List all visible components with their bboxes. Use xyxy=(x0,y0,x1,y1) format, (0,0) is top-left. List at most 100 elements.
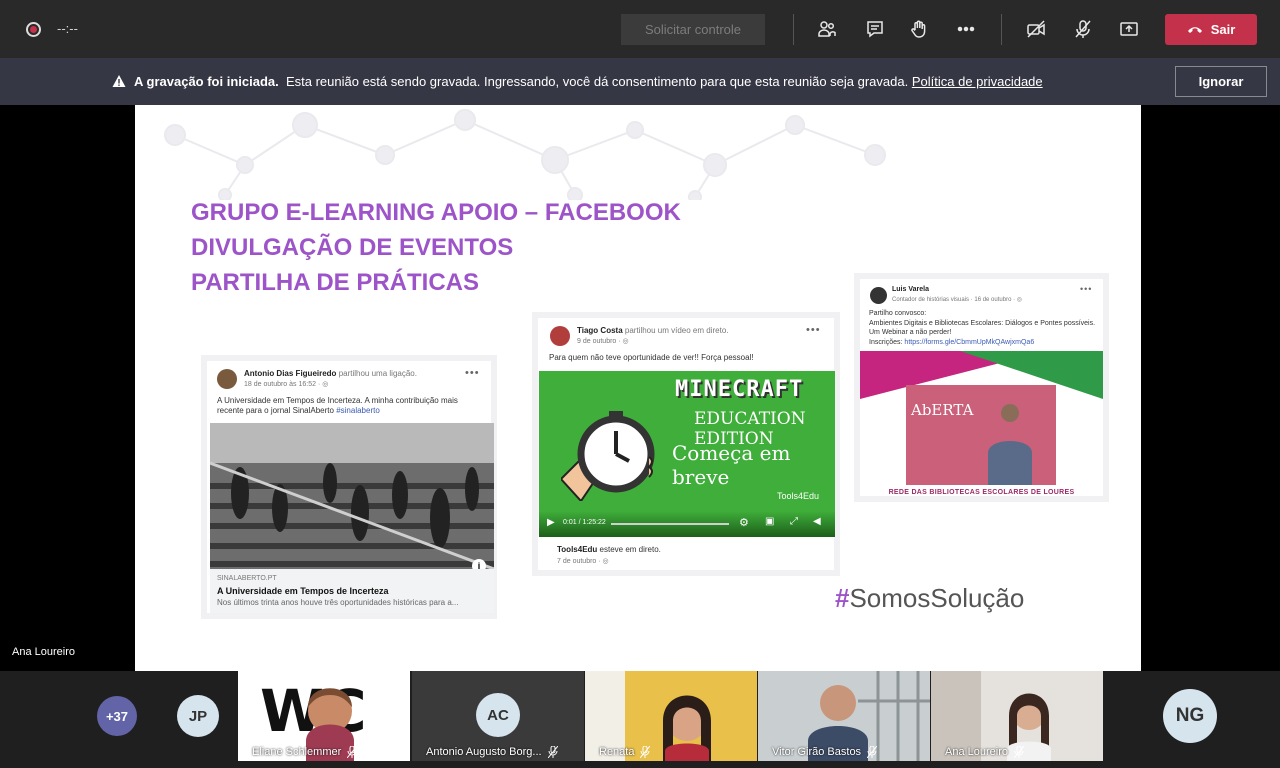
share-screen-icon[interactable] xyxy=(1117,17,1141,41)
mic-off-icon xyxy=(867,746,878,758)
chat-icon[interactable] xyxy=(863,17,887,41)
avatar[interactable]: NG xyxy=(1163,689,1217,743)
camera-off-icon[interactable] xyxy=(1024,17,1048,41)
participant-name: Renata xyxy=(599,746,635,758)
mic-off-icon[interactable] xyxy=(1071,17,1095,41)
banner-word: AbERTA xyxy=(911,401,974,419)
participant-tile[interactable]: Renata xyxy=(585,671,757,761)
more-options-icon[interactable] xyxy=(954,17,978,41)
meeting-timer: --:-- xyxy=(57,21,78,36)
post-date-text: 9 de outubro · xyxy=(577,338,623,345)
facebook-post-card: Luis Varela Contador de histórias visuai… xyxy=(860,279,1103,496)
post-date: 18 de outubro às 16:52 · ◎ xyxy=(244,380,328,388)
raise-hand-icon[interactable] xyxy=(907,17,931,41)
participant-tile[interactable]: Vitor Girão Bastos xyxy=(758,671,930,761)
participant-name: Eliane Schlemmer xyxy=(252,746,342,758)
post-author-name: Luis Varela xyxy=(892,286,929,293)
video-title: MINECRAFT xyxy=(675,377,804,402)
privacy-policy-link[interactable]: Política de privacidade xyxy=(912,74,1043,89)
post-hashtag: #sinalaberto xyxy=(336,406,380,415)
hashtag-word: SomosSolução xyxy=(849,583,1025,613)
presenter-name: Ana Loureiro xyxy=(12,646,75,658)
more-icon: ••• xyxy=(1080,284,1093,294)
participant-label: Vitor Girão Bastos xyxy=(772,746,878,758)
people-icon[interactable] xyxy=(815,17,839,41)
participant-tile[interactable]: WC Eliane Schlemmer xyxy=(238,671,410,761)
ignore-button[interactable]: Ignorar xyxy=(1175,66,1267,97)
facebook-post-card: Tiago Costa partilhou um vídeo em direto… xyxy=(538,318,835,570)
globe-icon: ◎ xyxy=(1016,297,1022,303)
video-seek-bar[interactable] xyxy=(611,523,729,525)
video-player[interactable]: MINECRAFT EDUCATION EDITION Começa em br… xyxy=(539,371,835,537)
post-author: Antonio Dias Figueiredo xyxy=(244,369,337,378)
globe-icon: ◎ xyxy=(322,381,329,388)
post-role: Contador de histórias visuais · 16 de ou… xyxy=(892,296,1022,303)
participant-name: Vitor Girão Bastos xyxy=(772,746,862,758)
toolbar-divider xyxy=(793,14,794,45)
facebook-post-card: Antonio Dias Figueiredo partilhou uma li… xyxy=(207,361,494,613)
slide-title-line: GRUPO E-LEARNING APOIO – FACEBOOK xyxy=(191,199,681,226)
live-date-text: 7 de outubro · xyxy=(557,558,603,565)
meeting-toolbar: --:-- Solicitar controle Sair xyxy=(0,0,1280,58)
post-line: Inscrições: https://forms.gle/CbmmUpMkQA… xyxy=(869,338,1104,348)
fullscreen-icon[interactable]: ⤢ xyxy=(790,516,798,527)
miniplayer-icon[interactable]: ▣ xyxy=(765,516,774,527)
webinar-banner-image xyxy=(860,351,1103,496)
banner-footer: REDE DAS BIBLIOTECAS ESCOLARES DE LOURES xyxy=(888,489,1075,496)
settings-icon[interactable]: ⚙ xyxy=(739,516,749,529)
post-link[interactable]: https://forms.gle/CbmmUpMkQAwjxmQa6 xyxy=(904,339,1034,346)
toolbar-divider xyxy=(1001,14,1002,45)
post-role-text: Contador de histórias visuais · 16 de ou… xyxy=(892,297,1017,303)
post-author: Tiago Costa xyxy=(577,326,623,335)
link-domain: SINALABERTO.PT xyxy=(217,575,277,582)
play-icon[interactable]: ▶ xyxy=(547,517,555,528)
slide-title-line: PARTILHA DE PRÁTICAS xyxy=(191,269,479,296)
video-time: 0:01 / 1:25:22 xyxy=(563,519,606,526)
avatar[interactable]: JP xyxy=(177,695,219,737)
post-line: Partilho convosco: xyxy=(869,310,927,317)
participant-label: Renata xyxy=(599,746,651,758)
link-preview: SINALABERTO.PT A Universidade em Tempos … xyxy=(210,569,494,613)
avatar xyxy=(217,369,237,389)
post-line: Um Webinar a não perder! xyxy=(869,329,952,336)
participant-label: Antonio Augusto Borg... xyxy=(426,746,558,758)
slide-title: GRUPO E-LEARNING APOIO – FACEBOOK DIVULG… xyxy=(191,195,681,300)
participant-label: Ana Loureiro xyxy=(945,746,1024,758)
participant-name: Antonio Augusto Borg... xyxy=(426,746,542,758)
avatar xyxy=(550,326,570,346)
participant-name: Ana Loureiro xyxy=(945,746,1008,758)
warning-icon xyxy=(112,75,126,87)
more-participants-badge[interactable]: +37 xyxy=(97,696,137,736)
leave-button[interactable]: Sair xyxy=(1165,14,1257,45)
post-author: Luis Varela xyxy=(892,286,929,293)
link-description: Nos últimos trinta anos houve três oport… xyxy=(217,598,459,607)
post-action: partilhou um vídeo em direto. xyxy=(624,326,729,335)
stopwatch-image xyxy=(561,411,655,501)
mic-off-icon xyxy=(347,746,358,758)
mic-off-icon xyxy=(547,746,558,758)
post-body: Para quem não teve oportunidade de ver!!… xyxy=(549,353,754,362)
post-author-line: Tiago Costa partilhou um vídeo em direto… xyxy=(577,326,728,335)
more-icon: ••• xyxy=(465,367,480,379)
leave-label: Sair xyxy=(1210,22,1236,37)
volume-icon[interactable]: ◀ xyxy=(813,516,821,527)
request-control-button[interactable]: Solicitar controle xyxy=(621,14,765,45)
participant-label: Eliane Schlemmer xyxy=(252,746,358,758)
post-line-label: Inscrições: xyxy=(869,338,903,346)
post-text: Partilho convosco: Ambientes Digitais e … xyxy=(869,309,1104,347)
post-action: partilhou uma ligação. xyxy=(338,369,417,378)
post-date-text: 18 de outubro às 16:52 · xyxy=(244,381,323,388)
molecule-background-decoration xyxy=(164,109,886,200)
participant-tile[interactable]: AC Antonio Augusto Borg... xyxy=(412,671,584,761)
stairs-photo-image xyxy=(210,423,494,569)
hang-up-icon xyxy=(1187,26,1202,33)
more-icon: ••• xyxy=(806,324,821,336)
participant-tile[interactable]: Ana Loureiro xyxy=(931,671,1103,761)
recording-icon xyxy=(26,22,41,37)
banner-title: A gravação foi iniciada. xyxy=(134,74,279,89)
hashtag-text: #SomosSolução xyxy=(835,583,1024,614)
mic-off-icon xyxy=(640,746,651,758)
link-title: A Universidade em Tempos de Incerteza xyxy=(217,586,389,596)
post-line: Ambientes Digitais e Bibliotecas Escolar… xyxy=(869,319,1096,327)
avatar: AC xyxy=(476,693,520,737)
